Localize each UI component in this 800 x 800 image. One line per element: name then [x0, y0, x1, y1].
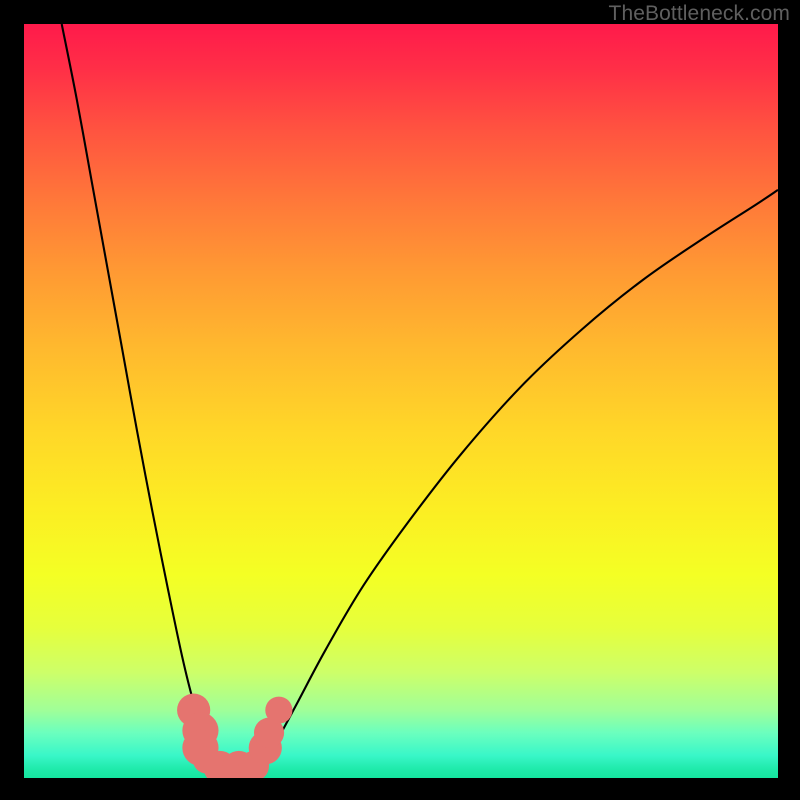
data-marker: [239, 751, 269, 778]
data-marker: [249, 731, 282, 764]
chart-frame: TheBottleneck.com: [0, 0, 800, 800]
data-marker: [222, 751, 255, 778]
data-marker: [182, 730, 218, 766]
watermark-text: TheBottleneck.com: [609, 2, 790, 26]
markers-group: [177, 694, 292, 778]
data-marker: [254, 718, 284, 748]
data-marker: [182, 712, 218, 748]
data-marker: [177, 694, 210, 727]
data-marker: [265, 697, 292, 724]
plot-area: [24, 24, 778, 778]
curve-right: [258, 190, 778, 771]
data-marker: [203, 751, 236, 778]
curve-svg: [24, 24, 778, 778]
data-marker: [193, 746, 220, 773]
curve-left: [62, 24, 228, 770]
